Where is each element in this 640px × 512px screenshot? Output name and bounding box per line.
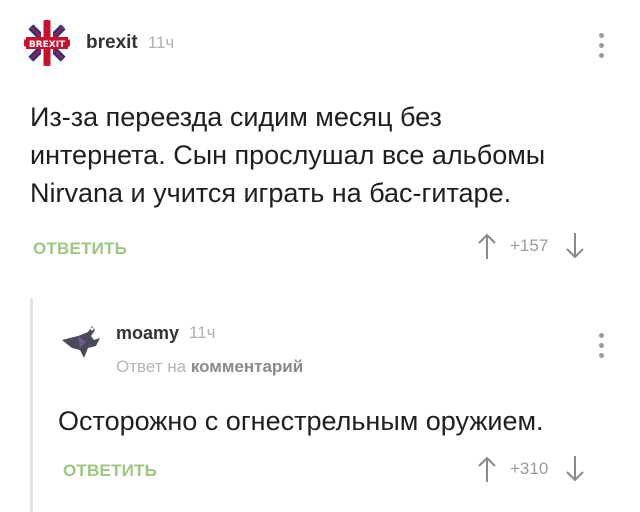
upvote-icon[interactable] (478, 232, 496, 260)
comment-text-line: интернета. Сын прослушал все альбомы (30, 140, 546, 170)
svg-text:BREXIT: BREXIT (29, 40, 66, 50)
reply-button[interactable]: ОТВЕТИТЬ (63, 461, 157, 481)
brexit-flag-icon[interactable]: BREXIT (22, 18, 72, 68)
more-options-icon[interactable] (597, 33, 605, 58)
thread-line (30, 298, 33, 512)
vote-block: +157 (478, 232, 585, 260)
comment-time: 11ч (189, 323, 216, 342)
bird-avatar-icon[interactable] (58, 318, 104, 364)
comment-text-line: Nirvana и учится играть на бас-гитаре. (30, 178, 512, 208)
vote-block: +310 (478, 455, 585, 483)
parent-comment-link[interactable]: комментарий (191, 357, 303, 376)
upvote-icon[interactable] (478, 455, 496, 483)
username[interactable]: brexit (86, 32, 138, 54)
rating-count: +310 (510, 459, 549, 478)
comment-text-line: Осторожно с огнестрельным оружием. (58, 406, 544, 436)
comment-text: Из-за переезда сидим месяц без интернета… (30, 98, 545, 212)
comment-header: BREXIT brexit 11ч (22, 18, 174, 68)
comment-time: 11ч (147, 33, 175, 52)
reply-to-label: Ответ на (116, 357, 187, 376)
reply-button[interactable]: ОТВЕТИТЬ (33, 239, 127, 259)
username[interactable]: moamy (116, 323, 179, 344)
downvote-icon[interactable] (566, 232, 585, 260)
comment-text-line: Из-за переезда сидим месяц без (30, 102, 442, 132)
downvote-icon[interactable] (566, 455, 585, 483)
rating-count: +157 (510, 236, 549, 255)
more-options-icon[interactable] (597, 333, 605, 358)
comment-text: Осторожно с огнестрельным оружием. (58, 402, 544, 440)
reply-to-meta: Ответ на комментарий (116, 357, 303, 377)
